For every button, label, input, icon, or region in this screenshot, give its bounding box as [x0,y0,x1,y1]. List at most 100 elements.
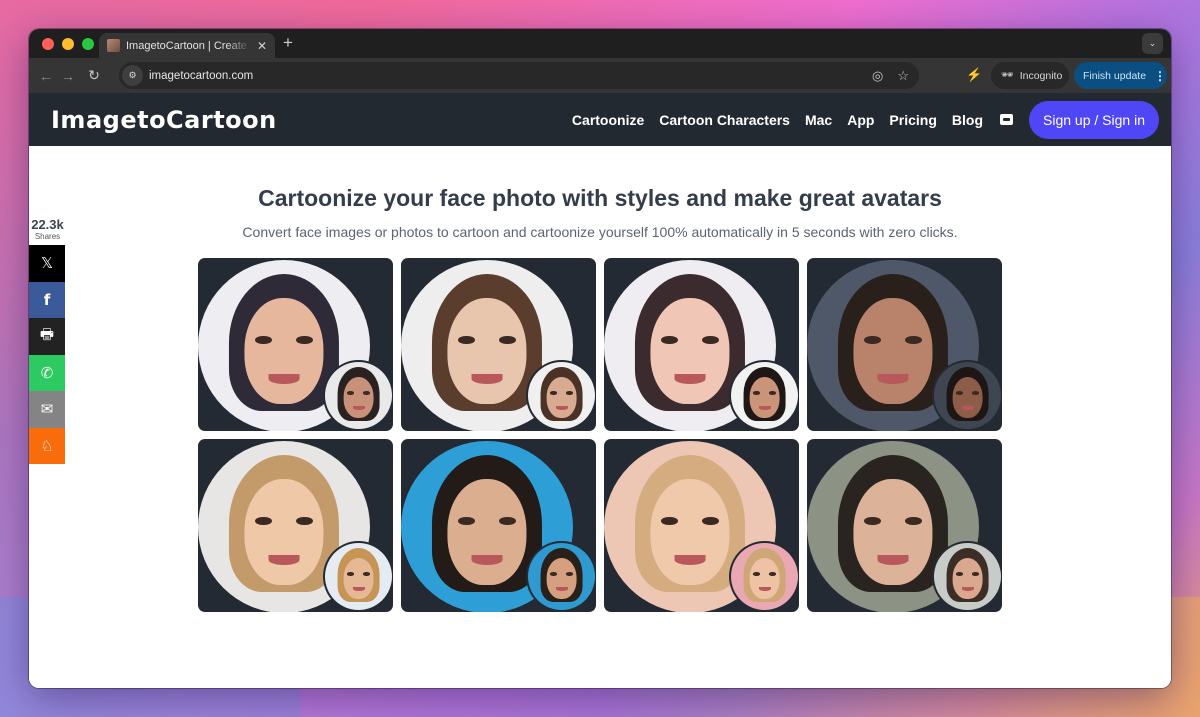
bookmark-star-icon[interactable]: ☆ [897,68,909,84]
mouth-shape [555,406,568,411]
avatar-card[interactable] [401,439,596,612]
avatar-card[interactable] [807,258,1002,431]
site-logo[interactable]: ImagetoCartoon [51,106,277,134]
minimize-window-button[interactable] [62,37,74,50]
eye-shape [254,335,272,345]
face-shape [546,557,577,600]
share-more-button[interactable]: ♘ [29,427,65,464]
tracking-protection-icon[interactable]: ◎ [872,68,883,84]
face-shape [853,478,933,586]
original-photo-thumbnail [731,362,798,429]
share-facebook-button[interactable]: f [29,281,65,318]
face-shape [244,478,324,586]
extension-icon[interactable]: ⚡ [966,67,982,83]
face-shape [244,297,324,405]
page-content: Cartoonize your face photo with styles a… [29,146,1171,688]
facebook-icon: f [43,290,51,309]
eye-shape [254,516,272,526]
reload-button[interactable]: ↻ [83,67,105,84]
nav-cartoon-characters[interactable]: Cartoon Characters [659,112,790,128]
maximize-window-button[interactable] [82,37,94,50]
browser-tab-active[interactable]: ImagetoCartoon | Create Stunning ✕ [99,33,275,58]
eye-shape [753,572,760,576]
share-x-button[interactable]: 𝕏 [29,245,65,282]
nav-cartoonize[interactable]: Cartoonize [572,112,644,128]
incognito-indicator[interactable]: 🕶 Incognito [991,62,1069,89]
finish-update-button[interactable]: Finish update ⋮ [1074,62,1167,89]
tab-close-icon[interactable]: ✕ [257,39,267,53]
original-photo-thumbnail [934,362,1001,429]
mouth-shape [961,406,974,411]
avatar-card[interactable] [198,439,393,612]
avatar-card[interactable] [604,439,799,612]
original-photo-thumbnail [325,362,392,429]
discord-icon[interactable] [1000,114,1013,125]
nav-blog[interactable]: Blog [952,112,983,128]
favicon-icon [107,39,120,52]
address-bar-actions: ◎ ☆ [872,68,909,84]
nav-pricing[interactable]: Pricing [889,112,936,128]
incognito-label: Incognito [1019,69,1063,82]
mouth-shape [758,406,771,411]
tab-search-button[interactable]: ⌄ [1142,33,1163,54]
main-nav: Cartoonize Cartoon Characters Mac App Pr… [572,93,1171,146]
face-shape [546,376,577,419]
eye-shape [347,572,354,576]
forward-button[interactable]: → [57,68,79,84]
eye-shape [566,391,573,395]
eye-shape [457,516,475,526]
share-count: 22.3k [31,217,64,232]
back-button[interactable]: ← [35,68,57,84]
avatar-gallery [198,258,1002,612]
browser-toolbar: ← → ↻ ⚙ imagetocartoon.com ◎ ☆ ⚡ 🕶 Incog… [29,58,1171,93]
eye-shape [550,391,557,395]
hero-subtitle: Convert face images or photos to cartoon… [242,224,958,240]
eye-shape [956,391,963,395]
print-icon: 🖶 [39,325,55,343]
avatar-card[interactable] [807,439,1002,612]
face-shape [343,557,374,600]
eye-shape [660,335,678,345]
eye-shape [863,516,881,526]
finish-update-label: Finish update [1083,69,1147,82]
eye-shape [363,572,370,576]
share-sidebar: 22.3k Shares 𝕏 f 🖶 ✆ ✉ ♘ [29,218,66,464]
eye-shape [550,572,557,576]
share-email-button[interactable]: ✉ [29,391,65,428]
site-info-icon[interactable]: ⚙ [122,65,143,86]
eye-shape [769,572,776,576]
menu-kebab-icon[interactable]: ⋮ [1154,69,1166,83]
share-whatsapp-button[interactable]: ✆ [29,354,65,391]
eye-shape [972,572,979,576]
avatar-card[interactable] [604,258,799,431]
mouth-shape [352,587,365,592]
new-tab-button[interactable]: + [283,33,293,53]
original-photo-thumbnail [528,362,595,429]
nav-app[interactable]: App [847,112,874,128]
face-shape [952,376,983,419]
face-shape [447,478,527,586]
more-share-icon: ♘ [40,437,54,455]
face-shape [650,297,730,405]
email-icon: ✉ [40,401,54,419]
share-print-button[interactable]: 🖶 [29,318,65,355]
nav-mac[interactable]: Mac [805,112,832,128]
face-shape [650,478,730,586]
url-text[interactable]: imagetocartoon.com [149,70,253,82]
eye-shape [566,572,573,576]
eye-shape [457,335,475,345]
close-window-button[interactable] [42,37,54,50]
avatar-card[interactable] [401,258,596,431]
eye-shape [660,516,678,526]
address-bar[interactable]: ⚙ imagetocartoon.com ◎ ☆ [119,62,919,89]
avatar-card[interactable] [198,258,393,431]
incognito-icon: 🕶 [1001,70,1014,81]
mouth-shape [555,587,568,592]
sign-in-button[interactable]: Sign up / Sign in [1029,100,1159,139]
window-controls [42,37,94,50]
face-shape [749,376,780,419]
eye-shape [753,391,760,395]
hero-title: Cartoonize your face photo with styles a… [258,185,942,211]
tab-strip: ImagetoCartoon | Create Stunning ✕ + ⌄ [29,29,1171,58]
original-photo-thumbnail [731,543,798,610]
